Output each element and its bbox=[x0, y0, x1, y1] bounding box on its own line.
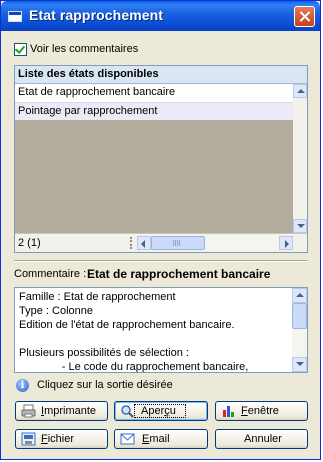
arrow-down-icon bbox=[297, 224, 305, 228]
info-icon: i bbox=[16, 379, 29, 392]
vertical-scroll-thumb[interactable] bbox=[292, 303, 307, 329]
hint-text: Cliquez sur la sortie désirée bbox=[37, 379, 173, 391]
comment-text: Famille : Etat de rapprochement Type : C… bbox=[19, 290, 289, 373]
list-footer: 2 (1) bbox=[15, 233, 307, 252]
comment-label: Commentaire : bbox=[14, 268, 87, 280]
scroll-left-button[interactable] bbox=[137, 236, 151, 250]
comment-line bbox=[19, 332, 289, 346]
file-button[interactable]: Fichier bbox=[15, 429, 108, 449]
list-count: 2 (1) bbox=[18, 237, 41, 249]
window-icon bbox=[8, 11, 22, 22]
preview-icon bbox=[121, 405, 134, 418]
scroll-down-button[interactable] bbox=[292, 357, 307, 372]
window-title: Etat rapprochement bbox=[29, 7, 164, 23]
comment-title: Etat de rapprochement bancaire bbox=[87, 267, 271, 281]
email-label: Email bbox=[142, 433, 170, 445]
comment-text-area[interactable]: Famille : Etat de rapprochement Type : C… bbox=[14, 287, 308, 373]
file-label: Fichier bbox=[41, 433, 75, 445]
comment-line: Edition de l'état de rapprochement banca… bbox=[19, 319, 235, 331]
arrow-down-icon bbox=[296, 362, 304, 366]
dialog-window: Etat rapprochement Voir les commentaires… bbox=[0, 0, 321, 460]
cancel-label: Annuler bbox=[244, 433, 282, 445]
comment-line: Plusieurs possibilités de sélection : bbox=[19, 347, 189, 359]
arrow-up-icon bbox=[297, 89, 305, 93]
check-icon bbox=[14, 43, 26, 54]
states-list[interactable]: Liste des états disponibles Etat de rapp… bbox=[14, 65, 308, 253]
horizontal-scroll-thumb[interactable] bbox=[151, 236, 205, 250]
show-comments-checkbox[interactable] bbox=[14, 43, 27, 56]
preview-label: Aperçu bbox=[141, 405, 176, 417]
list-vertical-scrollbar[interactable] bbox=[293, 84, 307, 233]
list-item[interactable]: Etat de rapprochement bancaire bbox=[15, 84, 293, 102]
comment-line: Type : Colonne bbox=[19, 305, 93, 317]
window-label: Fenêtre bbox=[241, 405, 279, 417]
window-button[interactable]: Fenêtre bbox=[215, 401, 308, 421]
email-icon bbox=[120, 433, 135, 445]
splitter-handle[interactable] bbox=[130, 237, 134, 249]
print-button[interactable]: Imprimante bbox=[15, 401, 108, 421]
cancel-button[interactable]: Annuler bbox=[215, 429, 308, 449]
file-icon bbox=[21, 432, 36, 446]
preview-button[interactable]: Aperçu bbox=[114, 401, 208, 421]
email-button[interactable]: Email bbox=[114, 429, 208, 449]
close-button[interactable] bbox=[294, 6, 315, 27]
arrow-right-icon bbox=[285, 240, 289, 248]
arrow-left-icon bbox=[141, 240, 145, 248]
show-comments-label[interactable]: Voir les commentaires bbox=[30, 43, 138, 55]
comment-line: Famille : Etat de rapprochement bbox=[19, 291, 176, 303]
list-header-label: Liste des états disponibles bbox=[18, 68, 159, 80]
comment-scrollbar[interactable] bbox=[292, 288, 307, 372]
list-horizontal-scrollbar[interactable] bbox=[137, 236, 293, 250]
printer-icon bbox=[21, 404, 36, 418]
scroll-up-button[interactable] bbox=[293, 84, 307, 98]
scroll-down-button[interactable] bbox=[293, 219, 307, 233]
list-item[interactable]: Pointage par rapprochement bbox=[15, 102, 293, 120]
list-header: Liste des états disponibles bbox=[15, 66, 307, 84]
separator bbox=[14, 260, 308, 262]
arrow-up-icon bbox=[296, 293, 304, 297]
window-chart-icon bbox=[223, 406, 234, 417]
comment-line: - Le code du rapprochement bancaire, bbox=[19, 361, 249, 373]
title-bar[interactable]: Etat rapprochement bbox=[1, 1, 320, 31]
print-label: Imprimante bbox=[41, 405, 97, 417]
scroll-up-button[interactable] bbox=[292, 288, 307, 303]
scroll-right-button[interactable] bbox=[279, 236, 293, 250]
